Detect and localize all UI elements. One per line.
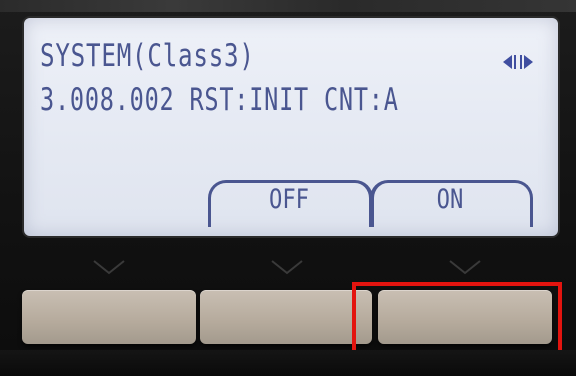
softkey-button-left[interactable] (22, 290, 196, 344)
chevron-down-icon (93, 260, 125, 275)
bezel-top (0, 0, 576, 12)
chevron-down-icon (271, 260, 303, 275)
softkey-label-off: OFF (268, 184, 310, 215)
left-right-arrows-icon (503, 55, 533, 69)
softkey-button-middle[interactable] (200, 290, 372, 344)
lcd-line-1: SYSTEM(Class3) (40, 38, 255, 74)
chevron-down-icon (449, 260, 481, 275)
softkey-label-on: ON (436, 184, 464, 215)
lcd-display: SYSTEM(Class3) 3.008.002 RST:INIT CNT:A … (24, 18, 558, 236)
lcd-line-2: 3.008.002 RST:INIT CNT:A (40, 82, 399, 118)
panel-bottom (0, 350, 576, 376)
device-panel: SYSTEM(Class3) 3.008.002 RST:INIT CNT:A … (0, 0, 576, 376)
